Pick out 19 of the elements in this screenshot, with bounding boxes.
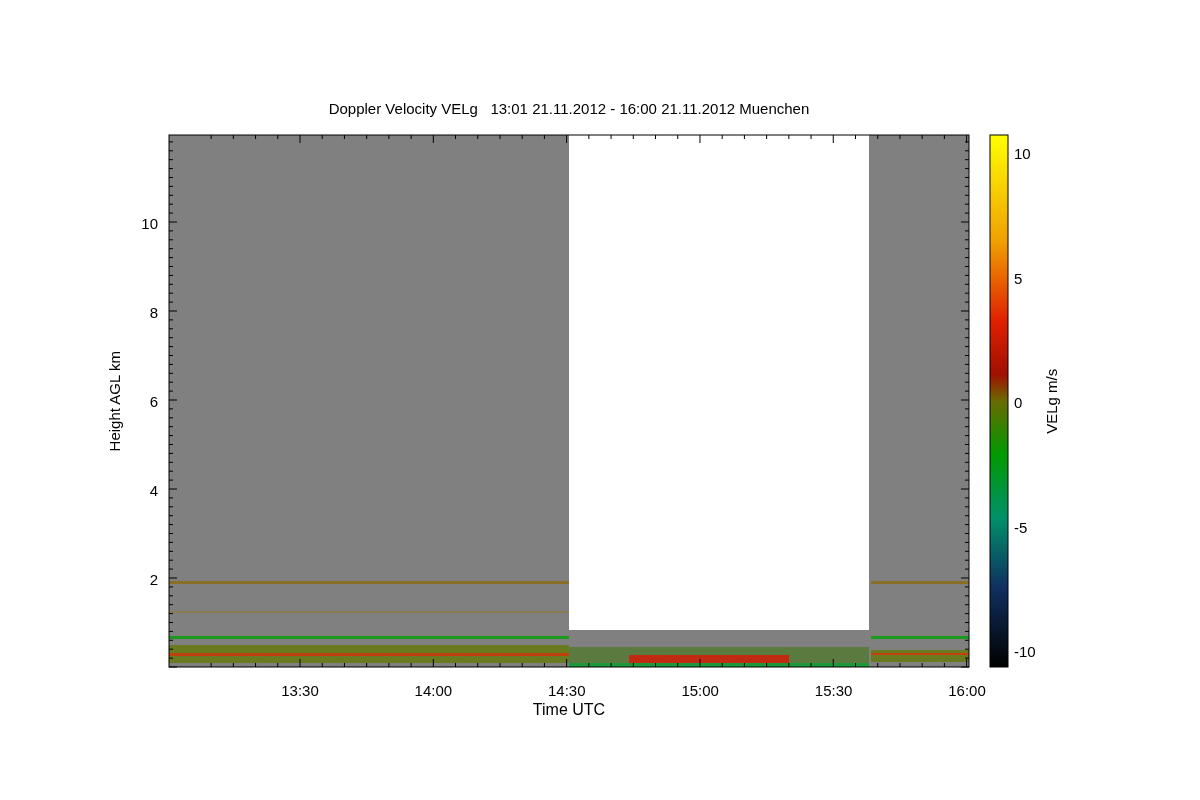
colorbar-label: VELg m/s <box>1041 367 1061 436</box>
y-tick-label: 2 <box>148 570 158 590</box>
x-tick-label: 14:30 <box>547 681 587 701</box>
chart-title: Doppler Velocity VELg 13:01 21.11.2012 - 16:00 21.11.2012 Muenchen <box>327 99 811 119</box>
x-tick-label: 16:00 <box>947 681 987 701</box>
x-tick-label: 13:30 <box>280 681 320 701</box>
colorbar-tick-label: -5 <box>1014 517 1028 538</box>
x-tick-label: 14:00 <box>413 681 454 701</box>
x-tick-label: 15:00 <box>680 681 720 701</box>
y-tick-label: 4 <box>148 481 158 501</box>
colorbar-tick-label: 10 <box>1014 144 1031 164</box>
x-tick-label: 15:30 <box>813 681 854 701</box>
y-axis-label: Height AGL km <box>104 350 124 454</box>
x-axis-label: Time UTC <box>531 700 607 720</box>
y-tick-label: 10 <box>140 214 158 234</box>
colorbar-tick-label: 0 <box>1014 393 1023 413</box>
colorbar-tick-label: -10 <box>1014 642 1036 662</box>
colorbar-tick-label: 5 <box>1014 268 1023 289</box>
y-tick-label: 8 <box>148 303 158 323</box>
